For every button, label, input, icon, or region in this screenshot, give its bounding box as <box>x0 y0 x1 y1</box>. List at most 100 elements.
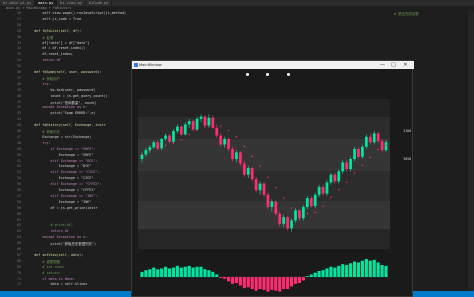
candle[interactable] <box>168 135 171 142</box>
candle[interactable] <box>309 198 313 206</box>
candle[interactable] <box>152 142 156 148</box>
candle[interactable] <box>317 186 321 195</box>
candle[interactable] <box>364 136 368 147</box>
candle[interactable] <box>179 126 183 135</box>
candle[interactable] <box>282 217 286 224</box>
line-number: 27 <box>17 16 21 21</box>
candle[interactable] <box>329 174 333 183</box>
code-line: def fqHistory(self, Exchange, instr <box>26 123 106 128</box>
candle[interactable] <box>242 163 246 175</box>
candle[interactable] <box>191 121 195 130</box>
macd-bar <box>164 266 168 277</box>
price-tick-label: 3050 <box>403 157 411 162</box>
macd-bar <box>301 277 305 281</box>
line-number: 67 <box>17 252 21 257</box>
candle[interactable] <box>266 194 270 208</box>
candle[interactable] <box>187 121 191 125</box>
candle[interactable] <box>144 150 148 155</box>
code-line: Exchange = "SHFE" <box>26 152 94 157</box>
candle[interactable] <box>262 183 266 195</box>
candle[interactable] <box>195 118 199 130</box>
line-number: 46 <box>17 129 21 133</box>
candle[interactable] <box>294 210 297 221</box>
candle[interactable] <box>286 217 289 229</box>
candle[interactable] <box>239 152 242 164</box>
candle[interactable] <box>172 131 175 142</box>
candle[interactable] <box>321 186 325 194</box>
window-title-bar[interactable]: MainWindow — □ ✕ <box>132 61 414 69</box>
line-number: 35 <box>17 64 21 69</box>
candle[interactable] <box>207 117 211 126</box>
candle[interactable] <box>203 116 207 126</box>
candle[interactable] <box>211 117 215 128</box>
minimap[interactable] <box>468 11 474 291</box>
line-number: 34 <box>17 58 21 63</box>
line-number: 26 <box>17 11 21 15</box>
candle[interactable] <box>353 148 356 160</box>
candle[interactable] <box>380 141 384 151</box>
line-number: 39 <box>17 87 21 92</box>
candle[interactable] <box>215 127 219 136</box>
candle[interactable] <box>219 135 223 145</box>
candle[interactable] <box>148 147 152 151</box>
candle[interactable] <box>164 135 167 139</box>
candle[interactable] <box>183 124 187 135</box>
code-line: # 重置视图 <box>26 259 60 264</box>
line-number: 53 <box>17 170 21 175</box>
candle[interactable] <box>357 148 360 157</box>
macd-bar <box>289 277 294 287</box>
candle[interactable] <box>372 133 376 143</box>
candle[interactable] <box>156 142 160 149</box>
candle[interactable] <box>227 138 230 149</box>
candle[interactable] <box>160 138 164 149</box>
candle[interactable] <box>231 148 234 160</box>
candle[interactable] <box>301 207 305 219</box>
candle[interactable] <box>270 201 274 208</box>
candle[interactable] <box>341 162 345 172</box>
line-number: 32 <box>17 46 21 51</box>
candle[interactable] <box>235 152 238 160</box>
code-editor[interactable]: self.view.page().runJavaScript(js_method… <box>26 11 136 291</box>
candle[interactable] <box>254 179 258 191</box>
ma-point <box>149 149 151 152</box>
close-button[interactable]: ✕ <box>401 61 410 69</box>
candle[interactable] <box>274 201 278 214</box>
ma-point <box>219 125 222 127</box>
code-line: # return: <box>26 270 61 275</box>
candle[interactable] <box>325 182 329 194</box>
macd-histogram-chart[interactable] <box>132 253 412 297</box>
macd-bar <box>211 271 215 277</box>
candle[interactable] <box>361 146 364 157</box>
macd-bar <box>250 277 254 289</box>
candle[interactable] <box>313 194 317 206</box>
candle[interactable] <box>176 126 179 132</box>
code-line: Exchange = str(Exchange) <box>26 134 92 139</box>
candle[interactable] <box>246 167 250 175</box>
candle[interactable] <box>290 220 293 229</box>
macd-bar <box>254 277 258 291</box>
chart-band <box>138 201 390 229</box>
code-line: Exchange = "INE" <box>26 199 92 204</box>
candle[interactable] <box>376 133 380 142</box>
candle[interactable] <box>278 213 282 224</box>
candle[interactable] <box>345 162 349 170</box>
candle[interactable] <box>250 167 254 180</box>
macd-bar <box>242 277 246 289</box>
minimize-button[interactable]: — <box>378 61 387 69</box>
candle[interactable] <box>337 171 341 182</box>
macd-bar <box>313 272 317 277</box>
candle[interactable] <box>349 159 352 170</box>
candle[interactable] <box>368 136 372 143</box>
maximize-button[interactable]: □ <box>389 61 398 69</box>
ma-point <box>361 164 364 166</box>
line-number: 58 <box>17 199 21 204</box>
candle[interactable] <box>258 183 262 191</box>
code-line: return df <box>26 229 69 234</box>
candle[interactable] <box>298 210 301 219</box>
candlestick-chart[interactable] <box>132 99 412 249</box>
macd-bar <box>258 277 262 289</box>
candle[interactable] <box>305 198 309 208</box>
candle[interactable] <box>199 116 203 119</box>
candle[interactable] <box>223 138 227 145</box>
candle[interactable] <box>333 174 337 182</box>
